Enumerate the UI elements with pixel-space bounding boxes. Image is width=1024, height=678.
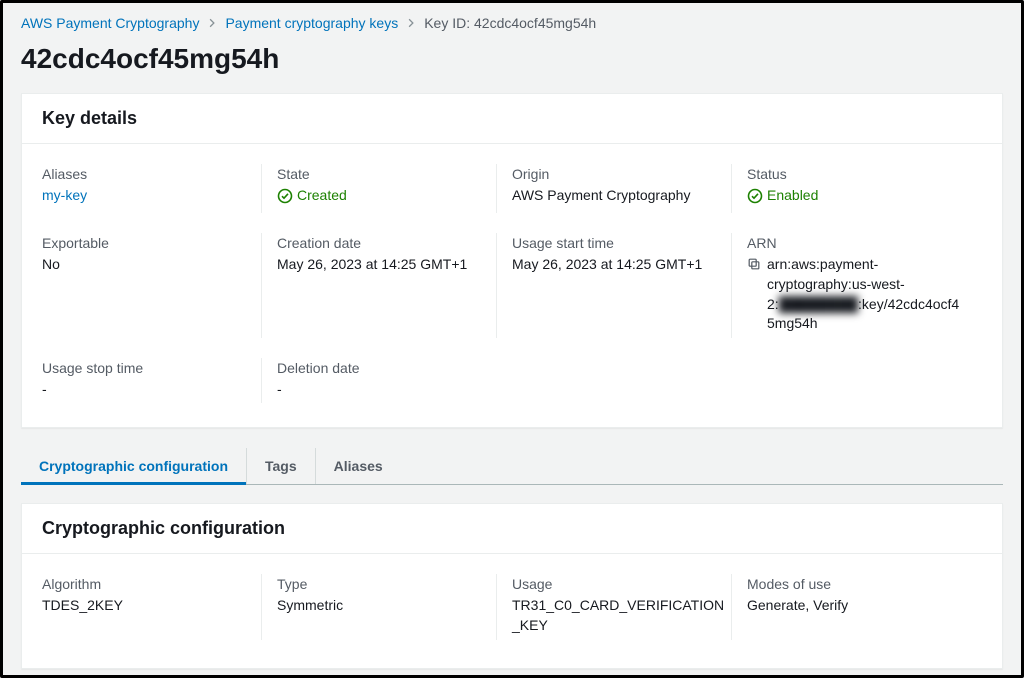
status-value: Enabled [767,186,818,206]
exportable-label: Exportable [42,235,261,251]
key-details-header: Key details [22,94,1002,144]
crypto-config-header: Cryptographic configuration [22,504,1002,554]
page-title: 42cdc4ocf45mg54h [21,43,1003,75]
usage-start-field: Usage start time May 26, 2023 at 14:25 G… [512,229,747,353]
creation-date-label: Creation date [277,235,496,251]
breadcrumb-current: Key ID: 42cdc4ocf45mg54h [424,15,596,31]
type-field: Type Symmetric [277,570,512,655]
tab-tags[interactable]: Tags [247,448,316,484]
copy-icon[interactable] [747,257,761,271]
arn-field: ARN arn:aws:payment-cryptography:us-west… [747,229,982,353]
algorithm-field: Algorithm TDES_2KEY [42,570,277,655]
crypto-config-heading: Cryptographic configuration [42,518,982,539]
algorithm-value: TDES_2KEY [42,596,261,616]
aliases-field: Aliases my-key [42,160,277,229]
deletion-date-label: Deletion date [277,360,496,376]
aliases-label: Aliases [42,166,261,182]
deletion-date-value: - [277,380,496,400]
arn-value: arn:aws:payment-cryptography:us-west-2:█… [767,255,966,333]
state-status: Created [277,186,347,206]
origin-label: Origin [512,166,731,182]
usage-start-label: Usage start time [512,235,731,251]
modes-value: Generate, Verify [747,596,966,616]
modes-label: Modes of use [747,576,966,592]
creation-date-value: May 26, 2023 at 14:25 GMT+1 [277,255,496,275]
usage-stop-value: - [42,380,261,400]
status-field: Status Enabled [747,160,982,229]
breadcrumb-keys-link[interactable]: Payment cryptography keys [225,15,398,31]
usage-stop-label: Usage stop time [42,360,261,376]
status-badge: Enabled [747,186,818,206]
state-value: Created [297,186,347,206]
state-label: State [277,166,496,182]
usage-field: Usage TR31_C0_CARD_VERIFICATION_KEY [512,570,747,655]
check-circle-icon [277,188,293,204]
key-details-panel: Key details Aliases my-key State [21,93,1003,428]
crypto-config-panel: Cryptographic configuration Algorithm TD… [21,503,1003,668]
usage-label: Usage [512,576,731,592]
status-label: Status [747,166,966,182]
creation-date-field: Creation date May 26, 2023 at 14:25 GMT+… [277,229,512,353]
type-label: Type [277,576,496,592]
chevron-right-icon [207,15,217,31]
breadcrumb-root-link[interactable]: AWS Payment Cryptography [21,15,199,31]
exportable-field: Exportable No [42,229,277,353]
origin-field: Origin AWS Payment Cryptography [512,160,747,229]
origin-value: AWS Payment Cryptography [512,186,731,206]
arn-label: ARN [747,235,966,251]
usage-value: TR31_C0_CARD_VERIFICATION_KEY [512,596,731,635]
usage-stop-field: Usage stop time - [42,354,277,420]
type-value: Symmetric [277,596,496,616]
usage-start-value: May 26, 2023 at 14:25 GMT+1 [512,255,731,275]
deletion-date-field: Deletion date - [277,354,512,420]
breadcrumb: AWS Payment Cryptography Payment cryptog… [21,15,1003,31]
state-field: State Created [277,160,512,229]
algorithm-label: Algorithm [42,576,261,592]
tab-cryptographic-configuration[interactable]: Cryptographic configuration [21,448,247,484]
aliases-value-link[interactable]: my-key [42,186,261,206]
tab-aliases[interactable]: Aliases [316,448,401,484]
tabs: Cryptographic configuration Tags Aliases [21,448,1003,485]
exportable-value: No [42,255,261,275]
key-details-heading: Key details [42,108,982,129]
check-circle-icon [747,188,763,204]
chevron-right-icon [406,15,416,31]
modes-field: Modes of use Generate, Verify [747,570,982,655]
